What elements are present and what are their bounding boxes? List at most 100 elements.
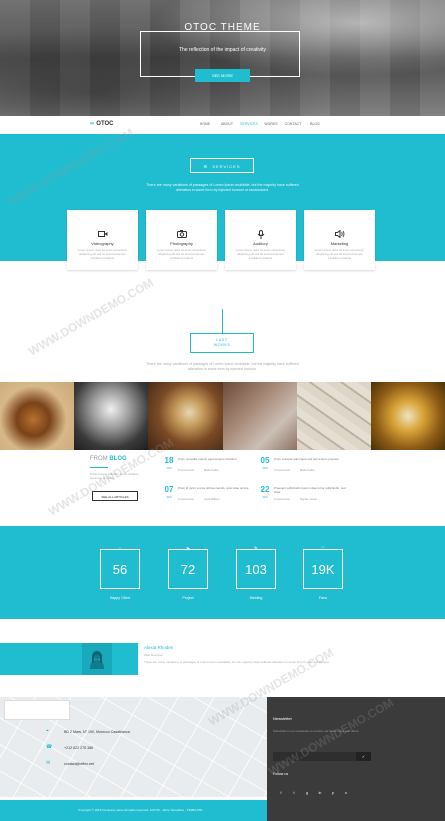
post-month: JAN <box>166 495 172 499</box>
infinity-icon: ∞ <box>90 121 95 127</box>
skype-icon[interactable]: s <box>342 791 350 795</box>
card-title: Photography <box>170 241 193 246</box>
work-item-bw[interactable] <box>74 382 149 450</box>
blog-title-prefix: FROM <box>90 456 108 462</box>
pinterest-icon[interactable]: p <box>329 791 337 795</box>
heading-line2: WORKS <box>213 343 231 347</box>
post-meta: 0 Comments Anna Wilson <box>178 497 258 501</box>
watermark: WWW.DOWNDEMO.COM <box>26 275 156 359</box>
services-heading-text: SERVICES <box>212 164 241 169</box>
work-item-puzzle[interactable] <box>370 382 445 450</box>
post-title: Proin id tortor a eros ultrices iaculis,… <box>178 486 249 490</box>
camera-icon <box>146 230 217 240</box>
team-member-role: Web Designer <box>144 653 163 657</box>
post-author: Maria Keller <box>299 468 315 472</box>
contact-phone: +212 622 275 386 <box>64 746 94 750</box>
twitter-icon[interactable]: t <box>290 791 298 795</box>
contact-email[interactable]: contact@reflex.net <box>64 762 94 766</box>
blog-post[interactable]: 07 JAN Proin id tortor a eros ultrices i… <box>163 485 253 511</box>
post-comments: 0 Comments <box>178 497 194 501</box>
blog-title-main: BLOG <box>109 456 127 462</box>
map-info-card <box>4 700 70 720</box>
nav-menu: HOME ABOUT SERVICES WORKS CONTACT BLOG <box>194 122 326 126</box>
card-title: Marketing <box>330 241 349 246</box>
post-author: Sophie Jones <box>299 497 317 501</box>
newsletter-desc: Subscribe to our newsletter to receive o… <box>273 729 360 733</box>
work-item-pattern[interactable] <box>222 382 297 450</box>
divider-line <box>222 309 223 333</box>
service-card-marketing[interactable]: Marketing Lorem Ipsum dolor sit amet con… <box>304 210 375 270</box>
counter-meeting: 103 <box>236 549 276 589</box>
location-icon: ⌖ <box>46 728 49 734</box>
post-month: JAN <box>166 466 172 470</box>
team-member-desc: There are many variations of passages of… <box>144 660 330 664</box>
copyright-text: Copyright © 2015 Company name All rights… <box>78 808 203 812</box>
card-desc: Lorem Ipsum dolor sit amet consectetur a… <box>314 248 365 260</box>
googleplus-icon[interactable]: g <box>303 791 311 795</box>
nav-about[interactable]: ABOUT <box>216 122 238 126</box>
post-comments: 3 Comments <box>274 468 290 472</box>
microphone-icon <box>225 230 296 241</box>
post-author: Maria Keller <box>203 468 219 472</box>
avatar <box>82 643 112 675</box>
post-meta: 3 Comments Maria Keller <box>274 468 354 472</box>
post-meta: 5 Comments Maria Keller <box>178 468 258 472</box>
work-item-camera[interactable] <box>0 382 75 450</box>
logo[interactable]: ∞ OTOC <box>90 121 114 127</box>
counter-fans: 19K <box>303 549 343 589</box>
card-desc: Lorem Ipsum dolor sit amet consectetur a… <box>235 248 286 260</box>
see-all-articles-button[interactable]: SEE ALL ARTICLES <box>92 491 138 501</box>
post-comments: 0 Comments <box>274 497 290 501</box>
post-title: Proin convallis mauris eget tempus tinci… <box>178 457 237 461</box>
last-works-heading: LAST WORKS <box>190 333 254 353</box>
work-item-clock[interactable] <box>148 382 223 450</box>
mail-icon: ✉ <box>46 760 51 766</box>
counter-project: 72 <box>168 549 208 589</box>
counter-label: Meeting <box>249 596 263 600</box>
card-desc: Lorem Ipsum dolor sit amet consectetur a… <box>156 248 207 260</box>
logo-text: OTOC <box>96 121 114 127</box>
post-title: Praesent sollicitudin ipsum vitae tortor… <box>274 486 346 494</box>
work-item-sketch[interactable] <box>296 382 371 450</box>
card-title: Auditory <box>253 241 268 246</box>
card-desc: Lorem Ipsum dolor sit amet consectetur a… <box>77 248 128 260</box>
nav-home[interactable]: HOME <box>194 122 216 126</box>
works-description: There are many variations of passages of… <box>146 362 299 371</box>
nav-contact[interactable]: CONTACT <box>282 122 304 126</box>
nav-services[interactable]: SERVICES <box>238 122 260 126</box>
service-card-auditory[interactable]: Auditory Lorem Ipsum dolor sit amet cons… <box>225 210 296 270</box>
linkedin-icon[interactable]: in <box>316 791 324 795</box>
post-author: Anna Wilson <box>203 497 220 501</box>
top-nav: ∞ OTOC HOME ABOUT SERVICES WORKS CONTACT … <box>0 116 445 134</box>
newsletter-submit-button[interactable]: ✓ <box>356 752 371 761</box>
blog-underline <box>90 467 108 468</box>
post-day: 18 <box>164 456 174 465</box>
post-month: JAN <box>262 466 268 470</box>
facebook-icon[interactable]: f <box>277 791 285 795</box>
post-comments: 5 Comments <box>178 468 194 472</box>
service-card-videography[interactable]: Videography Lorem Ipsum dolor sit amet c… <box>67 210 138 270</box>
counter-label: Project <box>182 596 194 600</box>
counter-happy-client: 56 <box>100 549 140 589</box>
newsletter-email-input[interactable] <box>273 752 361 761</box>
post-title: Proin volutpat quis ligula sed fermentum… <box>274 457 340 461</box>
speaker-icon <box>304 229 375 240</box>
blog-post[interactable]: 05 JAN Proin volutpat quis ligula sed fe… <box>259 456 349 482</box>
nav-blog[interactable]: BLOG <box>304 122 326 126</box>
team-accent-bar <box>0 643 138 675</box>
newsletter-title: Newsletter <box>273 716 292 721</box>
services-description: There are many variations of passages of… <box>146 183 299 192</box>
blog-post[interactable]: 22 JAN Praesent sollicitudin ipsum vitae… <box>259 485 349 511</box>
contact-address: BD 2 Mars, N° 190, Morocco Casablanca <box>64 730 130 734</box>
service-card-photography[interactable]: Photography Lorem Ipsum dolor sit amet c… <box>146 210 217 270</box>
counter-label: Happy Client <box>109 596 131 600</box>
see-more-button[interactable]: SEE MORE <box>195 69 250 82</box>
services-heading: ⚙ SERVICES <box>190 158 254 173</box>
blog-title: FROM BLOG <box>90 456 127 462</box>
blog-post[interactable]: 18 JAN Proin convallis mauris eget tempu… <box>163 456 253 482</box>
newsletter-panel <box>267 697 445 797</box>
hero-subtitle: The reflection of the impact of creativi… <box>179 47 266 53</box>
post-day: 22 <box>260 485 270 494</box>
nav-works[interactable]: WORKS <box>260 122 282 126</box>
post-meta: 0 Comments Sophie Jones <box>274 497 354 501</box>
